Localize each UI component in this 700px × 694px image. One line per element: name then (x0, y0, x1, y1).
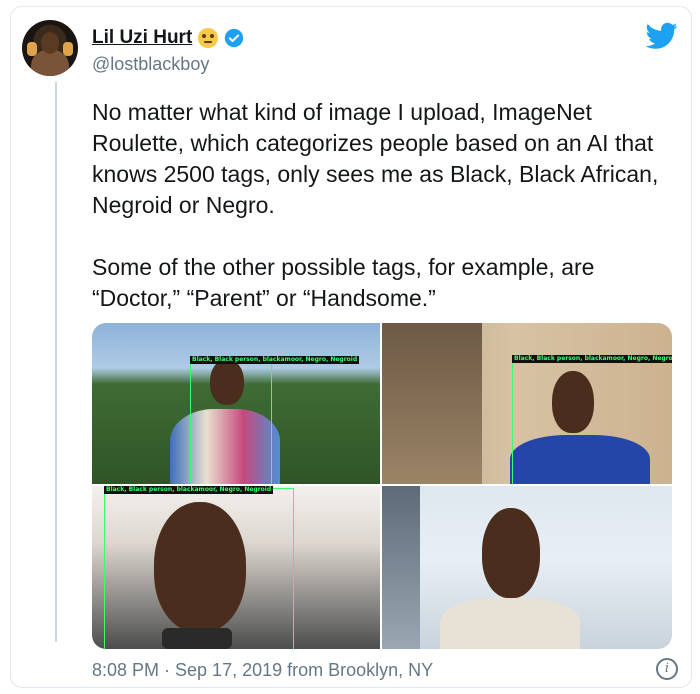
tweet-header: Lil Uzi Hurt @lostblackboy (92, 26, 244, 75)
detection-box (512, 355, 672, 484)
detection-box (104, 488, 294, 649)
photo-4[interactable] (382, 486, 672, 649)
name-row: Lil Uzi Hurt (92, 26, 244, 50)
verified-badge-icon (225, 28, 244, 48)
photo-2[interactable]: Black, Black person, blackamoor, Negro, … (382, 323, 672, 484)
media-grid: Black, Black person, blackamoor, Negro, … (92, 323, 672, 649)
photo-3[interactable]: Black, Black person, blackamoor, Negro, … (92, 486, 380, 649)
photo-4-head (482, 508, 540, 598)
thread-line (55, 82, 57, 642)
handle[interactable]: @lostblackboy (92, 54, 244, 75)
rolling-eyes-emoji-icon (198, 28, 219, 48)
tweet-text: No matter what kind of image I upload, I… (92, 99, 659, 311)
twitter-bird-icon[interactable] (646, 22, 678, 50)
detection-box (190, 356, 272, 484)
display-name[interactable]: Lil Uzi Hurt (92, 27, 192, 49)
detection-tag: Black, Black person, blackamoor, Negro, … (190, 356, 360, 364)
detection-tag: Black, Black person, blackamoor, Negro, … (104, 486, 274, 494)
photo-1[interactable]: Black, Black person, blackamoor, Negro, … (92, 323, 380, 484)
photo-4-jersey (440, 598, 580, 649)
avatar[interactable] (22, 20, 78, 76)
tweet-timestamp[interactable]: 8:08 PM · Sep 17, 2019 from Brooklyn, NY (92, 660, 433, 681)
avatar-face (41, 32, 59, 54)
detection-tag: Black, Black person, blackamoor, Negro, … (512, 355, 672, 363)
photo-2-archway (382, 323, 482, 484)
info-icon[interactable]: i (656, 658, 678, 680)
photo-4-building (382, 486, 420, 649)
